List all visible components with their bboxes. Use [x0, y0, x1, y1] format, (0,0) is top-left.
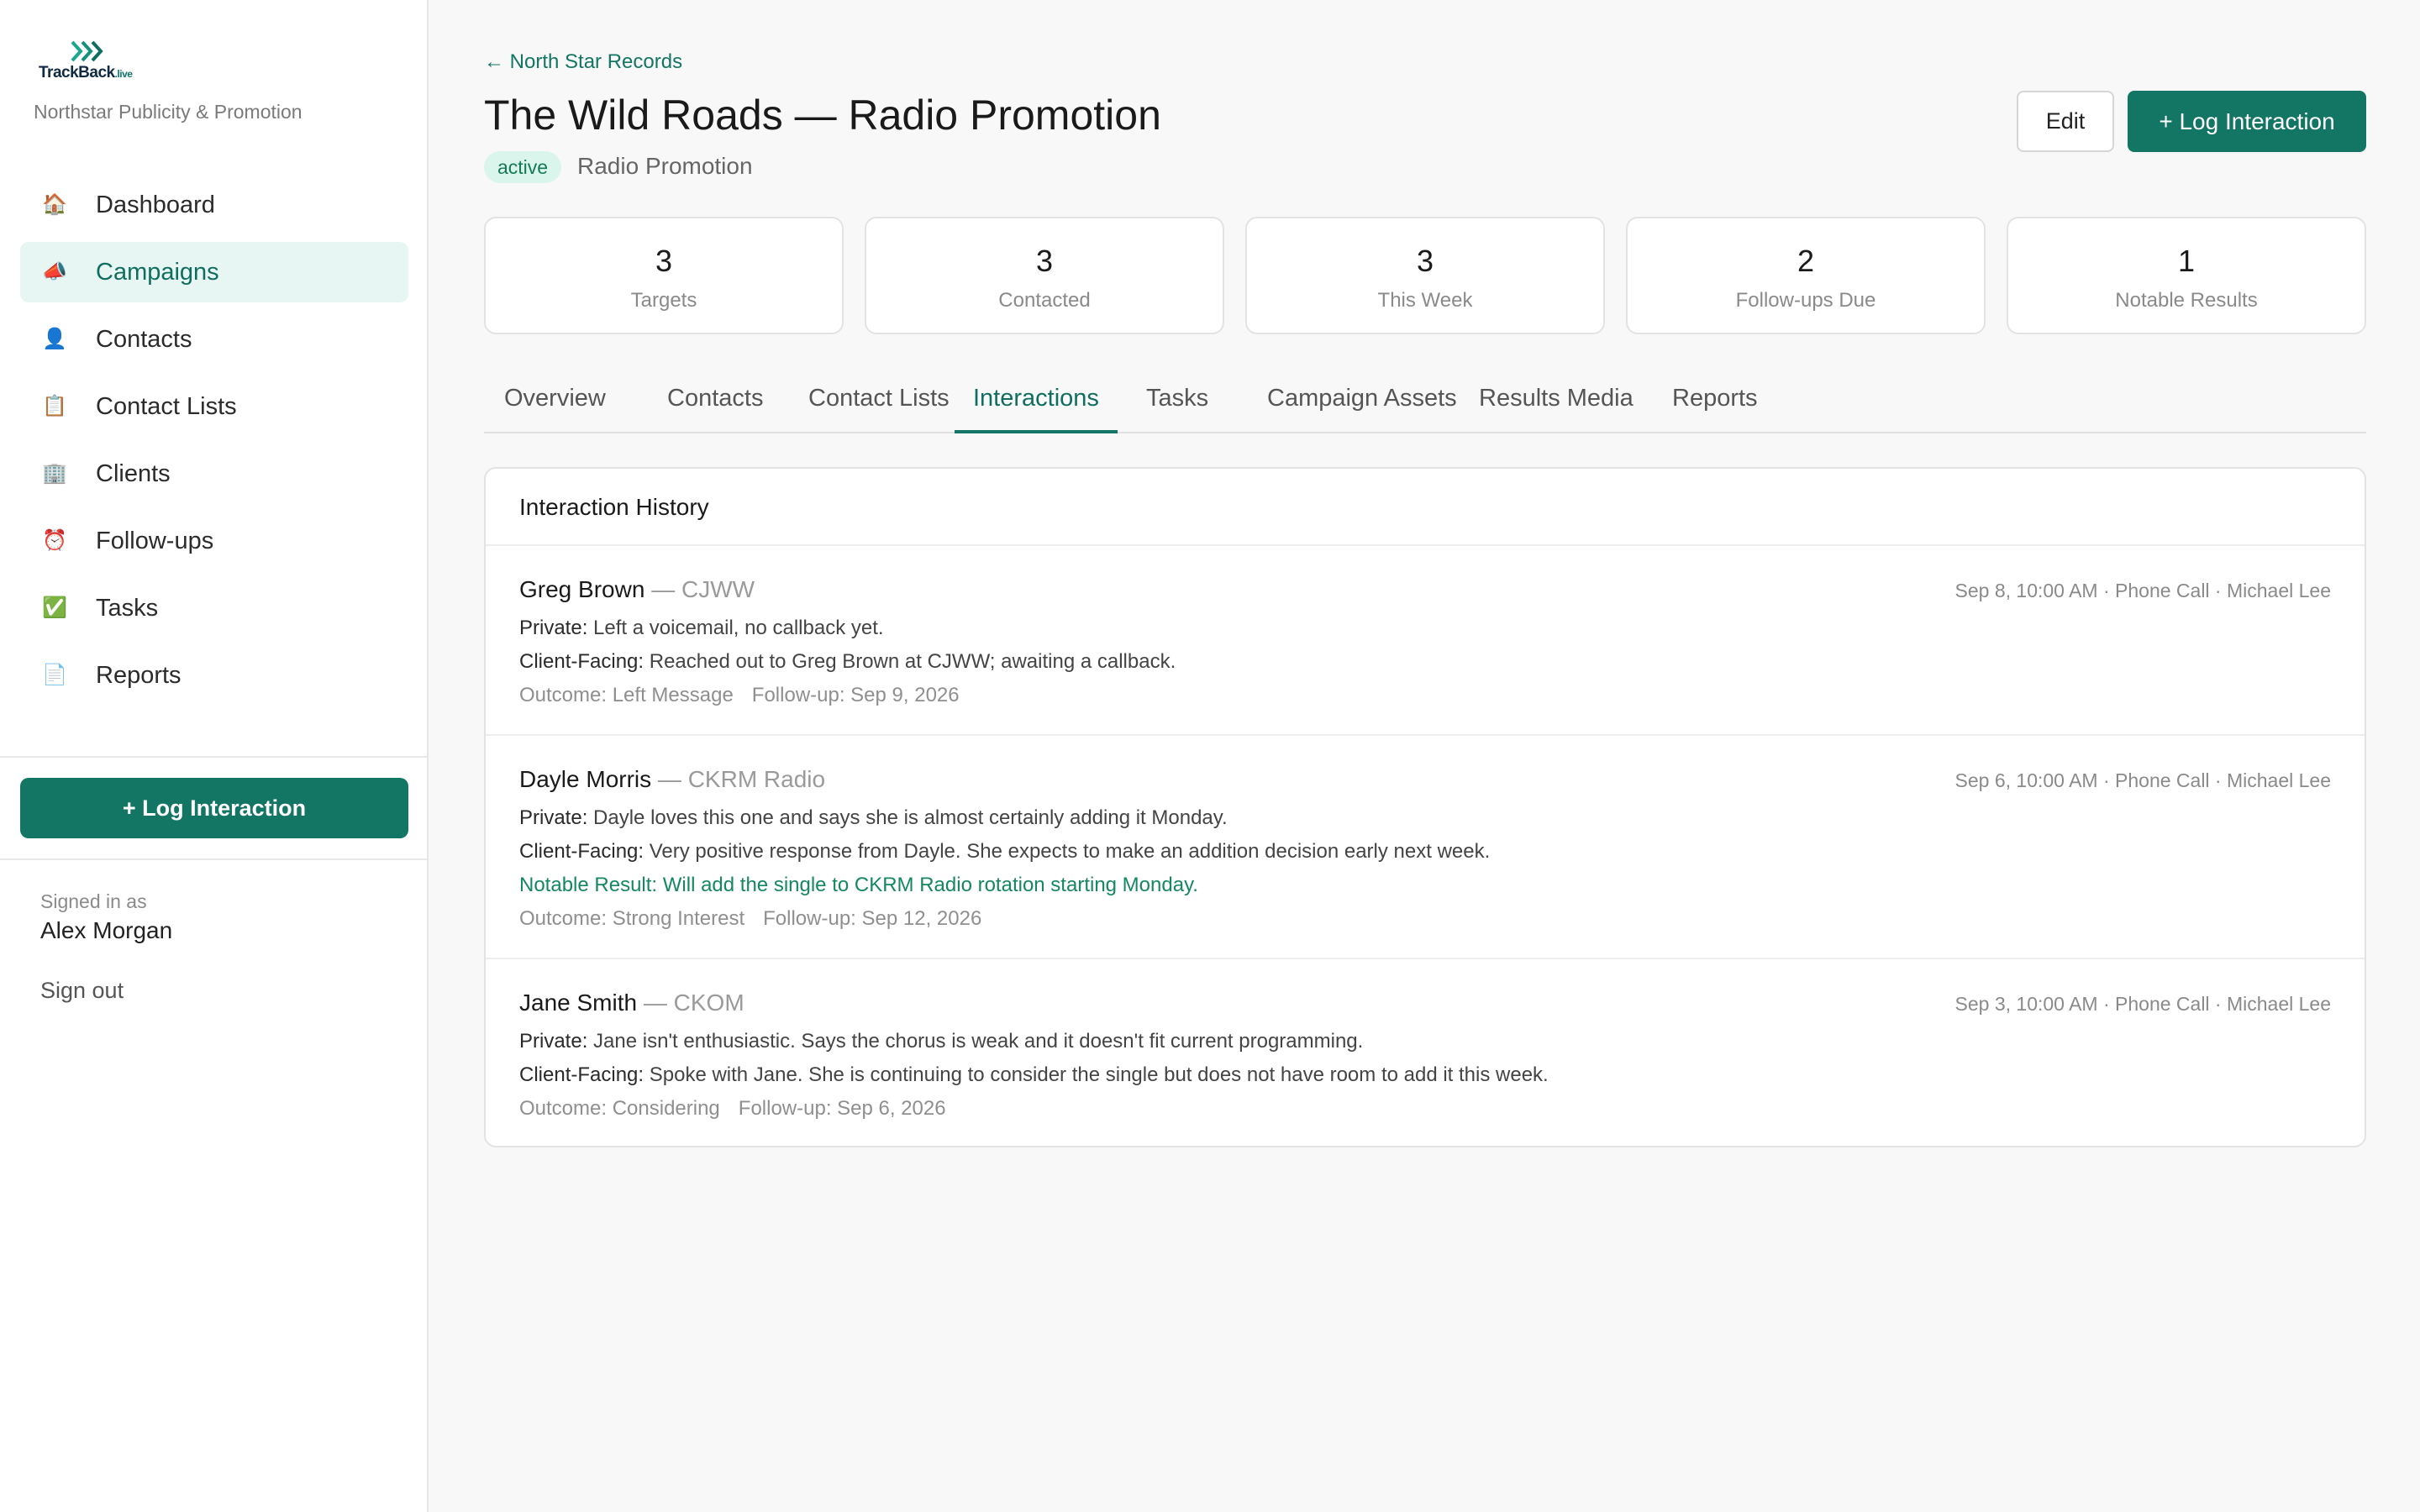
tab-campaign-assets[interactable]: Campaign Assets: [1249, 370, 1476, 433]
sidebar-item-clients[interactable]: 🏢 Clients: [20, 444, 408, 504]
logo-wordmark: TrackBack.live: [39, 64, 133, 81]
outcome-line: Outcome: Strong Interest Follow-up: Sep 1…: [519, 907, 981, 931]
client-facing-note: Client-Facing: Spoke with Jane. She is c…: [519, 1063, 1549, 1086]
contact-name: Greg Brown — CJWW: [519, 576, 755, 602]
sign-out-link[interactable]: Sign out: [40, 978, 124, 1004]
station-name: — CKOM: [643, 990, 744, 1016]
house-icon: 🏠: [42, 193, 67, 216]
outcome: Outcome: Considering: [519, 1097, 720, 1120]
private-note: Private: Dayle loves this one and says s…: [519, 806, 1228, 829]
stat-label: Follow-ups Due: [1735, 289, 1876, 312]
follow-up-date: Follow-up: Sep 6, 2026: [738, 1097, 946, 1120]
interaction-meta: Sep 6, 10:00 AM · Phone Call · Michael L…: [1954, 769, 2331, 791]
campaign-type: Radio Promotion: [577, 153, 753, 179]
stat-card-follow-ups-due: 2 Follow-ups Due: [1626, 217, 1986, 334]
trackback-logo[interactable]: TrackBack.live: [39, 39, 156, 86]
sidebar-item-tasks[interactable]: ✅ Tasks: [20, 578, 408, 638]
sidebar-item-contact-lists[interactable]: 📋 Contact Lists: [20, 376, 408, 437]
stat-card-notable-results: 1 Notable Results: [2007, 217, 2366, 334]
sidebar-divider: [0, 756, 427, 758]
stat-label: Notable Results: [2115, 289, 2258, 312]
stat-value: 1: [2177, 244, 2196, 278]
edit-button[interactable]: Edit: [2017, 91, 2114, 152]
follow-up-date: Follow-up: Sep 12, 2026: [763, 907, 982, 930]
tab-results-media[interactable]: Results Media: [1460, 370, 1652, 433]
interaction-meta: Sep 8, 10:00 AM · Phone Call · Michael L…: [1954, 580, 2331, 601]
sidebar-log-interaction-button[interactable]: + Log Interaction: [20, 778, 408, 838]
outcome: Outcome: Left Message: [519, 684, 734, 706]
person-icon: 👤: [42, 328, 67, 350]
private-note: Private: Left a voicemail, no callback y…: [519, 617, 884, 639]
stat-label: Contacted: [998, 289, 1091, 312]
client-facing-note: Client-Facing: Very positive response fr…: [519, 840, 1491, 863]
interaction-entry[interactable]: Dayle Morris — CKRM Radio Sep 6, 10:00 A…: [486, 736, 2365, 959]
check-box-icon: ✅: [42, 596, 67, 619]
tab-tasks[interactable]: Tasks: [1128, 370, 1227, 433]
megaphone-icon: 📣: [42, 260, 67, 283]
stat-value: 3: [1035, 244, 1054, 278]
contact-name: Jane Smith — CKOM: [519, 990, 744, 1016]
stats-row: 3 Targets 3 Contacted 3 This Week 2 Foll…: [484, 217, 2366, 334]
sidebar-item-label: Tasks: [96, 594, 159, 622]
notable-result: Notable Result: Will add the single to C…: [519, 874, 1198, 896]
sidebar-divider: [0, 858, 427, 860]
station-name: — CKRM Radio: [657, 766, 826, 792]
forward-arrows-icon: [71, 40, 103, 62]
sidebar: TrackBack.live Northstar Publicity & Pro…: [0, 0, 429, 1512]
building-icon: 🏢: [42, 462, 67, 485]
user-name: Alex Morgan: [40, 917, 173, 943]
organization-name: Northstar Publicity & Promotion: [34, 101, 302, 123]
interaction-meta: Sep 3, 10:00 AM · Phone Call · Michael L…: [1954, 993, 2331, 1015]
sidebar-item-label: Reports: [96, 661, 182, 689]
outcome-line: Outcome: Left Message Follow-up: Sep 9, 2…: [519, 684, 960, 707]
alarm-clock-icon: ⏰: [42, 529, 67, 552]
sidebar-item-follow-ups[interactable]: ⏰ Follow-ups: [20, 511, 408, 571]
outcome: Outcome: Strong Interest: [519, 907, 745, 930]
interaction-history-card: Interaction History Greg Brown — CJWW Se…: [484, 467, 2366, 1147]
sidebar-item-reports[interactable]: 📄 Reports: [20, 645, 408, 706]
contact-name: Dayle Morris — CKRM Radio: [519, 766, 826, 792]
log-interaction-button[interactable]: + Log Interaction: [2128, 91, 2366, 152]
sidebar-item-label: Contacts: [96, 325, 192, 353]
sidebar-item-dashboard[interactable]: 🏠 Dashboard: [20, 175, 408, 235]
clipboard-icon: 📋: [42, 395, 67, 417]
tab-bar: Overview Contacts Contact Lists Interact…: [484, 370, 2366, 433]
stat-card-contacted: 3 Contacted: [865, 217, 1224, 334]
sidebar-item-label: Contact Lists: [96, 392, 237, 420]
stat-value: 2: [1797, 244, 1815, 278]
tab-contacts[interactable]: Contacts: [649, 370, 781, 433]
status-badge: active: [484, 151, 562, 183]
sidebar-item-campaigns[interactable]: 📣 Campaigns: [20, 242, 408, 302]
sidebar-nav: 🏠 Dashboard 📣 Campaigns 👤 Contacts 📋 Con…: [20, 175, 408, 712]
tab-contact-lists[interactable]: Contact Lists: [790, 370, 968, 433]
client-facing-note: Client-Facing: Reached out to Greg Brown…: [519, 650, 1176, 673]
tab-reports[interactable]: Reports: [1654, 370, 1776, 433]
sidebar-item-label: Campaigns: [96, 258, 219, 286]
signed-in-label: Signed in as: [40, 890, 147, 912]
stat-value: 3: [1416, 244, 1434, 278]
sidebar-item-label: Follow-ups: [96, 527, 214, 554]
interaction-entry[interactable]: Jane Smith — CKOM Sep 3, 10:00 AM · Phon…: [486, 959, 2365, 1146]
page-title: The Wild Roads — Radio Promotion: [484, 92, 1161, 139]
interaction-entry[interactable]: Greg Brown — CJWW Sep 8, 10:00 AM · Phon…: [486, 546, 2365, 736]
stat-value: 3: [655, 244, 673, 278]
private-note: Private: Jane isn't enthusiastic. Says t…: [519, 1030, 1364, 1053]
stat-card-targets: 3 Targets: [484, 217, 844, 334]
tab-interactions[interactable]: Interactions: [955, 370, 1118, 433]
interaction-history-title: Interaction History: [486, 469, 2365, 546]
sidebar-item-label: Dashboard: [96, 191, 215, 218]
stat-label: Targets: [630, 289, 697, 312]
follow-up-date: Follow-up: Sep 9, 2026: [751, 684, 960, 706]
document-icon: 📄: [42, 664, 67, 686]
back-to-client-link[interactable]: ← North Star Records: [484, 50, 682, 74]
station-name: — CJWW: [651, 576, 755, 602]
stat-card-this-week: 3 This Week: [1245, 217, 1605, 334]
stat-label: This Week: [1377, 289, 1473, 312]
outcome-line: Outcome: Considering Follow-up: Sep 6, 20…: [519, 1097, 946, 1121]
sidebar-item-label: Clients: [96, 459, 171, 487]
tab-overview[interactable]: Overview: [486, 370, 624, 433]
sidebar-item-contacts[interactable]: 👤 Contacts: [20, 309, 408, 370]
